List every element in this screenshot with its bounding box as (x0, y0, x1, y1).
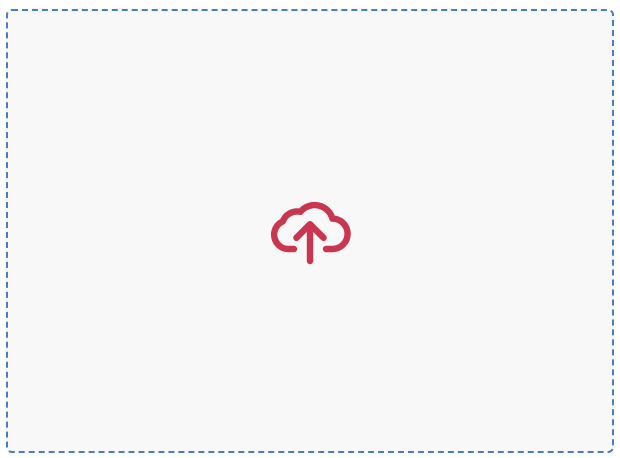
cloud-upload-icon (270, 201, 351, 265)
upload-dropzone[interactable] (6, 9, 614, 453)
